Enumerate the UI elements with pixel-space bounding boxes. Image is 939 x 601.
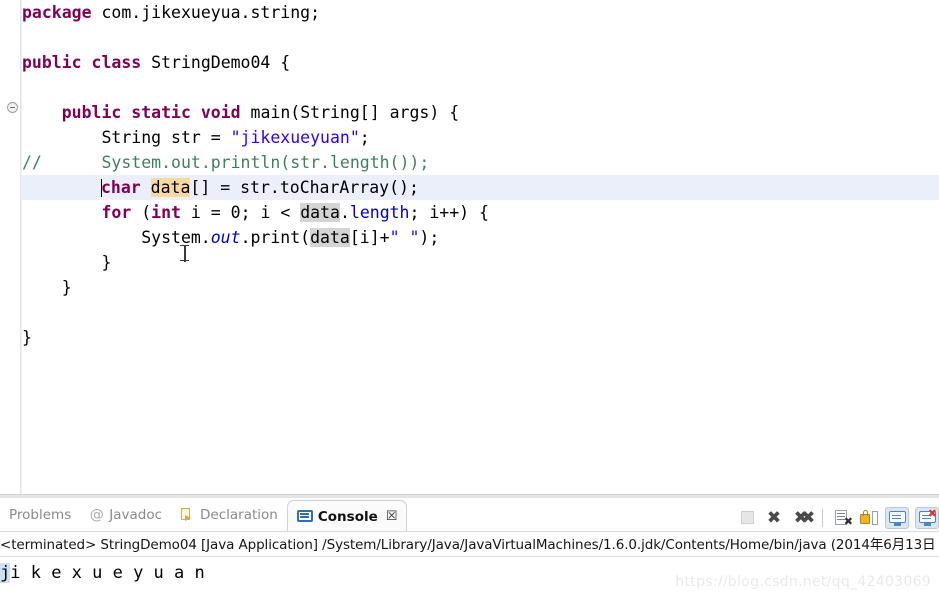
monitor-screen-icon [889, 511, 906, 523]
code-line[interactable]: char data[] = str.toCharArray(); [22, 175, 939, 200]
monitor-x-badge-icon: ✖ [927, 507, 937, 520]
console-process-header: <terminated> StringDemo04 [Java Applicat… [0, 537, 939, 553]
code-token: int [151, 203, 181, 222]
code-token: out [210, 228, 241, 247]
editor-gutter[interactable] [0, 0, 21, 494]
pin-console-button-icon[interactable] [885, 507, 909, 529]
stop-square-icon [741, 511, 754, 524]
code-token: ( [131, 203, 152, 222]
code-line[interactable] [22, 75, 939, 100]
tab-console[interactable]: Console ☒ [286, 500, 408, 532]
code-token: [] = str.toCharArray(); [190, 178, 419, 197]
code-line[interactable]: System.out.print(data[i]+" "); [22, 225, 939, 250]
console-header-rule [0, 556, 939, 557]
code-token: System. [22, 228, 211, 247]
code-token: data [150, 178, 191, 197]
code-token: void [200, 103, 241, 122]
scroll-bars-icon [872, 511, 878, 525]
code-text-area[interactable]: package com.jikexueyua.string; public cl… [22, 0, 939, 494]
scroll-lock-button-icon[interactable] [859, 508, 879, 528]
code-token: ); [419, 228, 440, 247]
monitor-stand-icon [924, 523, 931, 526]
clear-console-button-icon[interactable]: ✖ [833, 508, 853, 528]
display-selected-console-button-icon[interactable]: ✖ [915, 507, 939, 529]
tab-declaration[interactable]: Declaration [171, 498, 287, 532]
java-source-editor[interactable]: package com.jikexueyua.string; public cl… [0, 0, 939, 494]
tab-problems[interactable]: Problems [0, 498, 80, 532]
watermark-text: https://blog.csdn.net/qq_42403069 [675, 574, 931, 590]
code-token: data [300, 203, 340, 222]
code-token: char [100, 178, 141, 197]
code-token: ; i++) { [409, 203, 489, 222]
code-token: for [101, 203, 132, 222]
monitor-stand-icon [894, 523, 901, 526]
view-tab-bar: Problems @ Javadoc Declaration Console ☒ ✖ ✖✖ ✖… [0, 498, 939, 532]
code-line[interactable] [22, 25, 939, 50]
code-line[interactable]: public static void main(String[] args) { [22, 100, 939, 125]
code-token: public [61, 103, 122, 122]
console-output-rest: i k e x u e y u a n [10, 563, 205, 583]
code-token: i = [180, 203, 231, 222]
code-token: main(String[] args) { [240, 103, 460, 122]
at-icon: @ [89, 507, 104, 523]
code-token: 0 [230, 203, 241, 222]
code-token: data [310, 228, 350, 247]
code-token: .print( [240, 228, 311, 247]
close-tab-icon[interactable]: ☒ [386, 509, 398, 524]
code-token: static [131, 103, 191, 122]
code-line[interactable]: // System.out.println(str.length()); [22, 150, 939, 175]
tab-javadoc[interactable]: @ Javadoc [80, 498, 171, 532]
code-line[interactable]: package com.jikexueyua.string; [22, 0, 939, 25]
code-line[interactable]: } [22, 325, 939, 350]
tab-label: Declaration [200, 507, 278, 523]
code-token: } [22, 253, 112, 272]
tab-label: Console [317, 508, 378, 525]
declaration-icon [180, 507, 195, 523]
code-token: } [22, 278, 72, 297]
code-token: [i]+ [349, 228, 390, 247]
code-token: " " [389, 228, 420, 247]
code-line[interactable]: for (int i = 0; i < data.length; i++) { [22, 200, 939, 225]
console-monitor-icon [296, 509, 313, 524]
code-token: com.jikexueyua.string; [91, 3, 321, 22]
toolbar-divider [822, 509, 823, 527]
code-token: "jikexueyuan" [230, 128, 360, 147]
remove-all-terminated-button-icon[interactable]: ✖✖ [790, 508, 816, 528]
code-token: length [349, 203, 410, 222]
code-token: } [22, 328, 32, 347]
code-token: System.out.println(str.length()); [41, 153, 430, 172]
code-token: package [22, 3, 92, 22]
code-line[interactable]: public class StringDemo04 { [22, 50, 939, 75]
collapse-fold-marker-icon[interactable] [7, 102, 18, 113]
code-token: ; [359, 128, 370, 147]
tab-bar-underline [0, 531, 939, 532]
console-toolbar: ✖ ✖✖ ✖ ✖ [738, 504, 939, 532]
clear-x-badge-icon: ✖ [843, 515, 853, 528]
code-token: class [91, 53, 142, 72]
code-line[interactable] [22, 300, 939, 325]
terminate-button-icon[interactable] [738, 508, 758, 528]
console-output-selected-char: j [0, 563, 11, 583]
code-line[interactable]: String str = "jikexueyuan"; [22, 125, 939, 150]
code-token: public [22, 53, 82, 72]
code-line[interactable]: } [22, 250, 939, 275]
eclipse-ide-window: package com.jikexueyua.string; public cl… [0, 0, 939, 601]
code-token: StringDemo04 { [141, 53, 291, 72]
tab-label: Problems [9, 507, 72, 523]
code-token: ; i < [240, 203, 301, 222]
code-token: String str = [22, 128, 231, 147]
view-tabs: Problems @ Javadoc Declaration Console ☒ [0, 498, 408, 532]
code-line[interactable]: } [22, 275, 939, 300]
tab-label: Javadoc [109, 507, 163, 523]
code-token: . [339, 203, 350, 222]
code-token: // [22, 153, 42, 172]
remove-launch-button-icon[interactable]: ✖ [764, 508, 784, 528]
